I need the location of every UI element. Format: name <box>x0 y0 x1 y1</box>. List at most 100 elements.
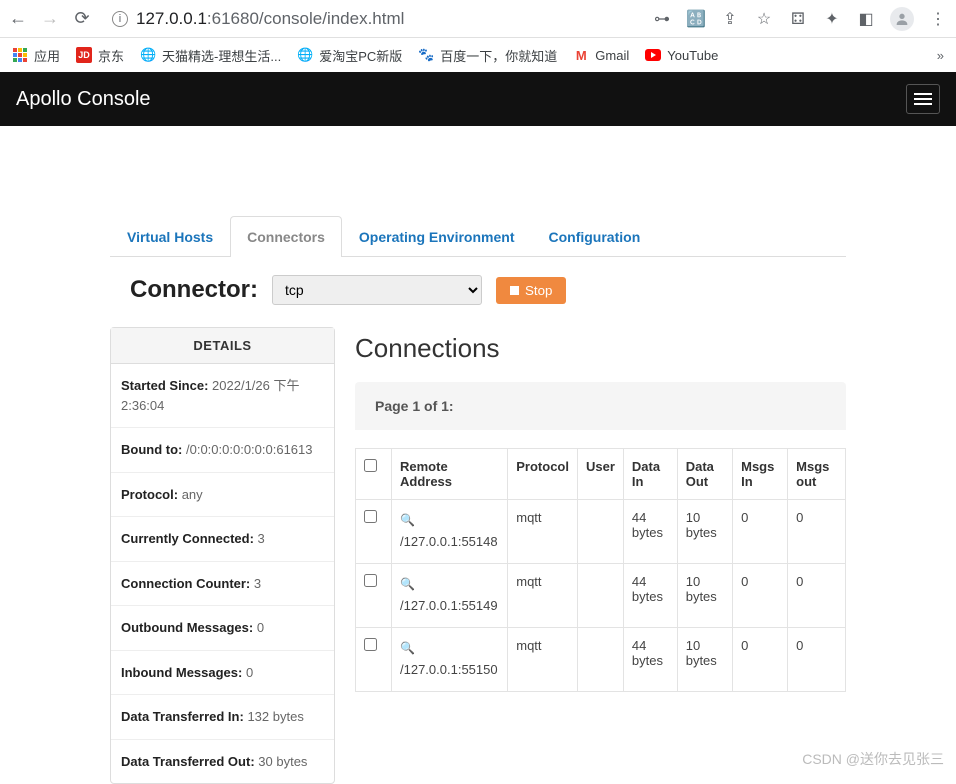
cell-msgs-in: 0 <box>733 563 788 627</box>
sidepanel-icon[interactable]: ◧ <box>856 9 876 29</box>
bookmark-jd[interactable]: JD京东 <box>76 46 124 65</box>
table-row: 🔍/127.0.0.1:55148mqtt44 bytes10 bytes00 <box>356 500 846 564</box>
detail-connection-counter: Connection Counter: 3 <box>111 562 334 607</box>
magnify-icon[interactable]: 🔍 <box>400 575 415 594</box>
cell-remote: 🔍/127.0.0.1:55149 <box>392 563 508 627</box>
profile-avatar[interactable] <box>890 7 914 31</box>
share-icon[interactable]: ⇪ <box>720 9 740 29</box>
row-checkbox[interactable] <box>364 510 377 523</box>
bookmarks-overflow[interactable]: » <box>937 48 944 63</box>
col-data-out: Data Out <box>677 449 732 500</box>
connections-section: Connections Page 1 of 1: Remote Address … <box>355 327 846 692</box>
detail-outbound-messages: Outbound Messages: 0 <box>111 606 334 651</box>
stop-button[interactable]: Stop <box>496 277 566 304</box>
detail-started-since: Started Since: 2022/1/26 下午2:36:04 <box>111 364 334 428</box>
details-header: DETAILS <box>111 328 334 364</box>
pager: Page 1 of 1: <box>355 382 846 430</box>
cell-data-in: 44 bytes <box>623 627 677 691</box>
detail-data-in: Data Transferred In: 132 bytes <box>111 695 334 740</box>
cell-msgs-out: 0 <box>788 627 846 691</box>
star-icon[interactable]: ☆ <box>754 9 774 29</box>
info-icon: i <box>112 11 128 27</box>
magnify-icon[interactable]: 🔍 <box>400 639 415 658</box>
details-panel: DETAILS Started Since: 2022/1/26 下午2:36:… <box>110 327 335 784</box>
bookmark-youtube[interactable]: YouTube <box>645 47 718 63</box>
back-button[interactable]: ← <box>8 8 28 29</box>
browser-toolbar: ← → ⟳ i 127.0.0.1:61680/console/index.ht… <box>0 0 956 38</box>
key-icon[interactable]: ⊶ <box>652 9 672 29</box>
select-all-checkbox[interactable] <box>364 459 377 472</box>
cell-user <box>577 627 623 691</box>
cell-user <box>577 500 623 564</box>
app-title: Apollo Console <box>16 88 151 111</box>
col-protocol: Protocol <box>508 449 578 500</box>
gmail-icon: M <box>573 47 589 63</box>
youtube-icon <box>645 47 661 63</box>
detail-bound-to: Bound to: /0:0:0:0:0:0:0:0:61613 <box>111 428 334 473</box>
col-msgs-in: Msgs In <box>733 449 788 500</box>
translate-icon[interactable]: 🔠 <box>686 9 706 29</box>
baidu-icon: 🐾 <box>418 47 434 63</box>
row-checkbox[interactable] <box>364 574 377 587</box>
connections-title: Connections <box>355 333 846 364</box>
bookmarks-bar: 应用 JD京东 🌐天猫精选-理想生活... 🌐爱淘宝PC新版 🐾百度一下，你就知… <box>0 38 956 72</box>
col-data-in: Data In <box>623 449 677 500</box>
cell-protocol: mqtt <box>508 563 578 627</box>
col-user: User <box>577 449 623 500</box>
table-row: 🔍/127.0.0.1:55150mqtt44 bytes10 bytes00 <box>356 627 846 691</box>
extensions-icon[interactable]: ✦ <box>822 9 842 29</box>
cell-data-out: 10 bytes <box>677 627 732 691</box>
row-checkbox[interactable] <box>364 638 377 651</box>
tab-operating-environment[interactable]: Operating Environment <box>342 216 532 257</box>
cell-remote: 🔍/127.0.0.1:55148 <box>392 500 508 564</box>
cell-data-out: 10 bytes <box>677 500 732 564</box>
cell-protocol: mqtt <box>508 500 578 564</box>
connector-label: Connector: <box>130 276 258 304</box>
cell-user <box>577 563 623 627</box>
cell-protocol: mqtt <box>508 627 578 691</box>
cell-msgs-out: 0 <box>788 500 846 564</box>
bookmark-aitaobao[interactable]: 🌐爱淘宝PC新版 <box>297 46 402 65</box>
tab-configuration[interactable]: Configuration <box>531 216 657 257</box>
extension-dice-icon[interactable]: ⚃ <box>788 9 808 29</box>
cell-data-out: 10 bytes <box>677 563 732 627</box>
app-header: Apollo Console <box>0 72 956 126</box>
bookmark-gmail[interactable]: MGmail <box>573 47 629 63</box>
detail-inbound-messages: Inbound Messages: 0 <box>111 651 334 696</box>
col-msgs-out: Msgs out <box>788 449 846 500</box>
detail-currently-connected: Currently Connected: 3 <box>111 517 334 562</box>
menu-icon[interactable]: ⋮ <box>928 9 948 29</box>
col-remote: Remote Address <box>392 449 508 500</box>
globe-icon: 🌐 <box>297 47 313 63</box>
globe-icon: 🌐 <box>140 47 156 63</box>
address-bar[interactable]: i 127.0.0.1:61680/console/index.html <box>104 9 640 29</box>
detail-protocol: Protocol: any <box>111 473 334 518</box>
cell-msgs-out: 0 <box>788 563 846 627</box>
watermark: CSDN @送你去见张三 <box>802 749 944 769</box>
apps-button[interactable]: 应用 <box>12 46 60 65</box>
table-header-row: Remote Address Protocol User Data In Dat… <box>356 449 846 500</box>
cell-data-in: 44 bytes <box>623 563 677 627</box>
reload-button[interactable]: ⟳ <box>72 8 92 29</box>
connections-table: Remote Address Protocol User Data In Dat… <box>355 448 846 692</box>
nav-tabs: Virtual Hosts Connectors Operating Envir… <box>110 216 846 257</box>
cell-data-in: 44 bytes <box>623 500 677 564</box>
toolbar-icons: ⊶ 🔠 ⇪ ☆ ⚃ ✦ ◧ ⋮ <box>652 7 948 31</box>
tab-virtual-hosts[interactable]: Virtual Hosts <box>110 216 230 257</box>
table-row: 🔍/127.0.0.1:55149mqtt44 bytes10 bytes00 <box>356 563 846 627</box>
magnify-icon[interactable]: 🔍 <box>400 511 415 530</box>
cell-remote: 🔍/127.0.0.1:55150 <box>392 627 508 691</box>
detail-data-out: Data Transferred Out: 30 bytes <box>111 740 334 784</box>
connector-select[interactable]: tcp <box>272 275 482 305</box>
tab-connectors[interactable]: Connectors <box>230 216 342 257</box>
select-all-cell <box>356 449 392 500</box>
apps-label: 应用 <box>34 46 60 65</box>
forward-button[interactable]: → <box>40 8 60 29</box>
cell-msgs-in: 0 <box>733 627 788 691</box>
jd-icon: JD <box>76 47 92 63</box>
bookmark-baidu[interactable]: 🐾百度一下，你就知道 <box>418 46 557 65</box>
stop-icon <box>510 286 519 295</box>
apps-icon <box>12 47 28 63</box>
menu-button[interactable] <box>906 84 940 114</box>
bookmark-tmall[interactable]: 🌐天猫精选-理想生活... <box>140 46 281 65</box>
